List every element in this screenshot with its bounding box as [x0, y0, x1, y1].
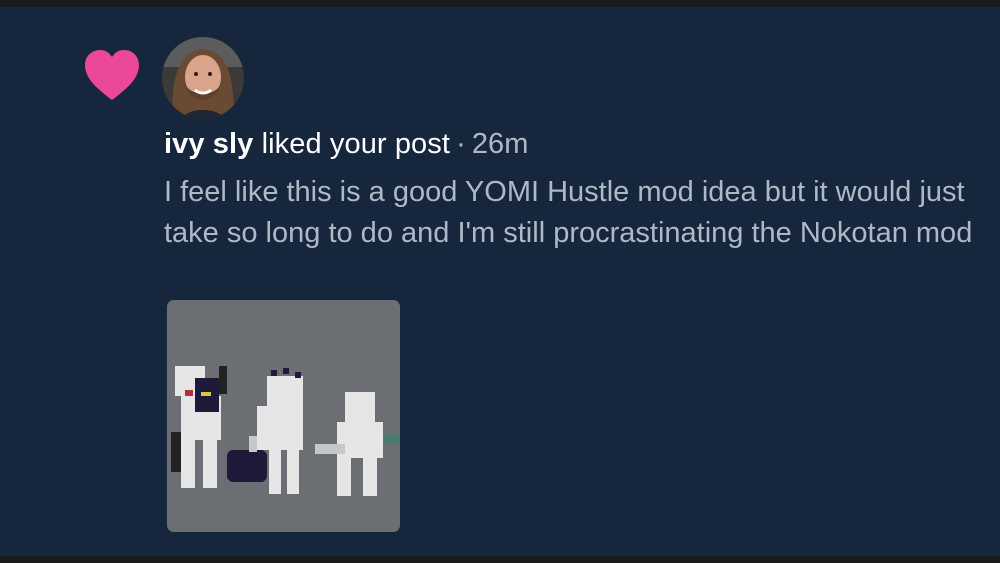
user-name[interactable]: ivy sly: [164, 128, 253, 160]
bottom-edge: [0, 556, 1000, 563]
action-text: liked your post: [261, 128, 451, 160]
user-avatar[interactable]: [162, 37, 244, 119]
notification-item[interactable]: ivy sly liked your post · 26m I feel like …: [0, 7, 1000, 556]
notification-headline: ivy sly liked your post · 26m: [164, 128, 529, 161]
heart-icon: [85, 50, 139, 100]
post-attachment-image[interactable]: [167, 300, 400, 532]
top-edge: [0, 0, 1000, 7]
separator: ·: [456, 128, 466, 160]
post-excerpt[interactable]: I feel like this is a good YOMI Hustle m…: [164, 172, 974, 254]
timestamp: 26m: [471, 128, 529, 160]
